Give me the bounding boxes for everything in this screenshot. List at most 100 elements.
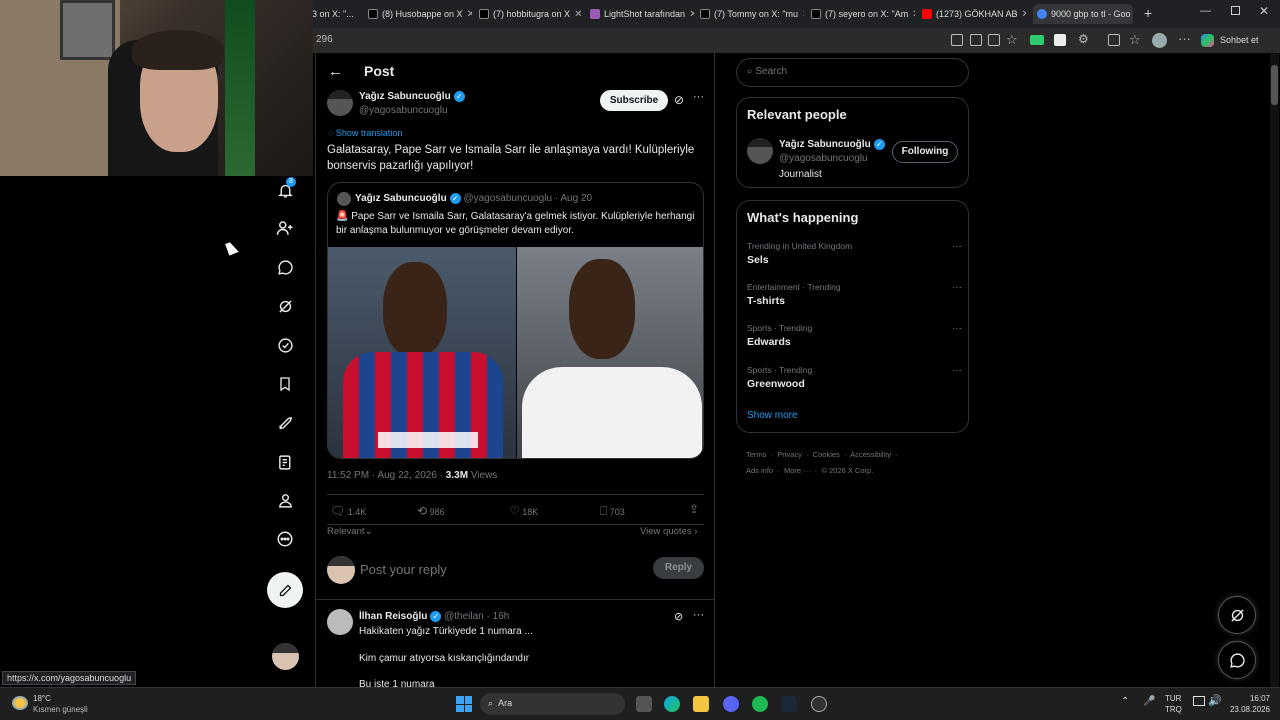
scrollbar-thumb[interactable] — [1271, 65, 1278, 105]
author-name[interactable]: Yağız Sabuncuoğlu ✓ — [359, 91, 465, 102]
footer-link[interactable]: Terms — [746, 450, 766, 459]
favorite-star-icon[interactable]: ☆ — [1006, 32, 1018, 48]
browser-tab[interactable]: (7) seyero on X: "Am✕ — [811, 4, 915, 24]
reply-action[interactable]: 🗨 1.4K — [330, 504, 366, 518]
weather-icon[interactable] — [12, 696, 28, 710]
more-icon[interactable]: ··· — [693, 91, 704, 103]
trend-item[interactable]: Trending in United Kingdom Sels ··· — [747, 241, 962, 275]
page-scrollbar[interactable] — [1270, 53, 1279, 687]
browser-tab[interactable]: (7) Tommy on X: "mu✕ — [700, 4, 804, 24]
network-icon[interactable] — [1193, 696, 1205, 706]
file-explorer-icon[interactable] — [693, 696, 709, 712]
more-icon[interactable]: ··· — [952, 282, 962, 293]
discord-icon[interactable] — [723, 696, 739, 712]
tray-chevron-icon[interactable]: ⌃ — [1121, 696, 1129, 707]
close-tab-icon[interactable]: ✕ — [802, 9, 804, 20]
more-menu-icon[interactable]: ··· — [1178, 31, 1191, 46]
copilot-icon[interactable] — [1201, 34, 1214, 47]
translate-icon[interactable] — [970, 34, 982, 46]
player-photo-right[interactable] — [517, 247, 703, 458]
split-screen-icon[interactable] — [1108, 34, 1120, 46]
person-name[interactable]: Yağız Sabuncuoğlu ✓ — [779, 139, 885, 150]
bookmarks-icon[interactable] — [276, 375, 294, 393]
more-icon[interactable]: ··· — [952, 323, 962, 334]
close-tab-icon[interactable]: ✕ — [912, 9, 915, 20]
notifications-icon[interactable]: 8 — [276, 177, 296, 199]
following-button[interactable]: Following — [892, 141, 958, 163]
start-button[interactable] — [456, 696, 472, 712]
author-handle[interactable]: @yagosabuncuoglu — [359, 105, 448, 116]
browser-tab[interactable]: (8) Husobappe on X ✕ — [368, 4, 472, 24]
follow-icon[interactable] — [276, 219, 294, 237]
reader-icon[interactable] — [988, 34, 1000, 46]
messages-icon[interactable] — [276, 258, 294, 276]
view-quotes-link[interactable]: View quotes › — [640, 526, 697, 537]
more-icon[interactable]: ··· — [693, 609, 704, 621]
spotify-icon[interactable] — [752, 696, 768, 712]
back-arrow-icon[interactable]: ← — [328, 63, 343, 80]
grok-icon[interactable] — [276, 297, 294, 315]
show-translation-link[interactable]: ◌ Show translation — [328, 128, 402, 138]
microphone-icon[interactable]: 🎤 — [1143, 696, 1155, 707]
close-tab-icon[interactable]: ✕ — [689, 9, 694, 20]
search-input[interactable]: ⌕ Search — [736, 58, 969, 87]
task-view-icon[interactable] — [636, 696, 652, 712]
browser-tab-active[interactable]: 9000 gbp to tl - Goo✕ — [1033, 4, 1133, 24]
footer-link[interactable]: Cookies — [813, 450, 840, 459]
browser-tab[interactable]: (7) hobbitugra on X ✕ — [479, 4, 583, 24]
trend-item[interactable]: Sports · Trending Greenwood ··· — [747, 365, 962, 399]
extension-icon[interactable] — [1030, 35, 1044, 45]
footer-link[interactable]: Ads info — [746, 466, 773, 475]
reply-button[interactable]: Reply — [653, 557, 704, 579]
sort-dropdown[interactable]: Relevant⌄ — [327, 526, 372, 537]
account-avatar[interactable] — [272, 643, 299, 670]
reply-author-line[interactable]: İlhan Reisoğlu ✓ @theilan · 16h — [359, 611, 509, 622]
person-avatar[interactable] — [747, 138, 773, 164]
minimize-button[interactable]: — — [1200, 5, 1211, 17]
footer-link[interactable]: More ··· — [784, 466, 811, 475]
profile-avatar-icon[interactable] — [1152, 33, 1167, 48]
grok-explain-icon[interactable]: ⊘ — [674, 610, 683, 623]
close-window-button[interactable]: ✕ — [1259, 4, 1269, 18]
chat-label[interactable]: Sohbet et — [1220, 35, 1259, 45]
browser-tab[interactable]: 3 on X: "...✕ — [312, 4, 354, 24]
puzzle-extensions-icon[interactable]: ⚙ — [1078, 32, 1089, 46]
share-icon[interactable]: ⇪ — [689, 502, 699, 516]
volume-icon[interactable]: 🔊 — [1208, 694, 1222, 707]
more-icon[interactable]: ··· — [952, 365, 962, 376]
taskbar-search[interactable]: ⌕ Ara — [480, 693, 625, 715]
language-bottom[interactable]: TRQ — [1165, 705, 1182, 714]
author-avatar[interactable] — [327, 90, 353, 116]
profile-icon[interactable] — [276, 491, 294, 509]
steam-icon[interactable] — [781, 696, 797, 712]
trend-item[interactable]: Sports · Trending Edwards ··· — [747, 323, 962, 357]
app-icon[interactable] — [951, 34, 963, 46]
address-bar-text[interactable]: 296 — [316, 34, 333, 45]
close-tab-icon[interactable]: ✕ — [574, 9, 582, 20]
more-icon[interactable]: ··· — [952, 241, 962, 252]
show-more-link[interactable]: Show more — [747, 410, 798, 421]
premium-verified-icon[interactable] — [276, 336, 294, 354]
compose-post-button[interactable] — [267, 572, 303, 608]
articles-icon[interactable] — [276, 453, 294, 471]
trend-item[interactable]: Entertainment · Trending T-shirts ··· — [747, 282, 962, 316]
bookmark-action[interactable]: ⎕ 703 — [600, 504, 625, 519]
reply-author-avatar[interactable] — [327, 609, 353, 635]
more-options-icon[interactable] — [276, 530, 294, 548]
browser-tab[interactable]: (1273) GÖKHAN AB ✕ — [922, 4, 1026, 24]
app-icon[interactable] — [811, 696, 827, 712]
new-tab-button[interactable]: + — [1144, 5, 1152, 21]
footer-link[interactable]: Privacy — [777, 450, 802, 459]
reply-input[interactable]: Post your reply — [360, 562, 447, 577]
clock-time[interactable]: 16:07 — [1230, 694, 1270, 703]
repost-action[interactable]: ⟲ 986 — [417, 504, 445, 518]
rocket-icon[interactable] — [276, 414, 294, 432]
footer-link[interactable]: Accessibility — [850, 450, 891, 459]
subscribe-button[interactable]: Subscribe — [600, 90, 668, 111]
grok-explain-icon[interactable]: ⊘ — [674, 93, 684, 107]
messages-floating-button[interactable] — [1218, 641, 1256, 679]
player-photo-left[interactable] — [328, 247, 516, 458]
close-tab-icon[interactable]: ✕ — [467, 9, 472, 20]
language-top[interactable]: TUR — [1165, 694, 1181, 703]
like-action[interactable]: ♡ 18K — [509, 504, 538, 518]
